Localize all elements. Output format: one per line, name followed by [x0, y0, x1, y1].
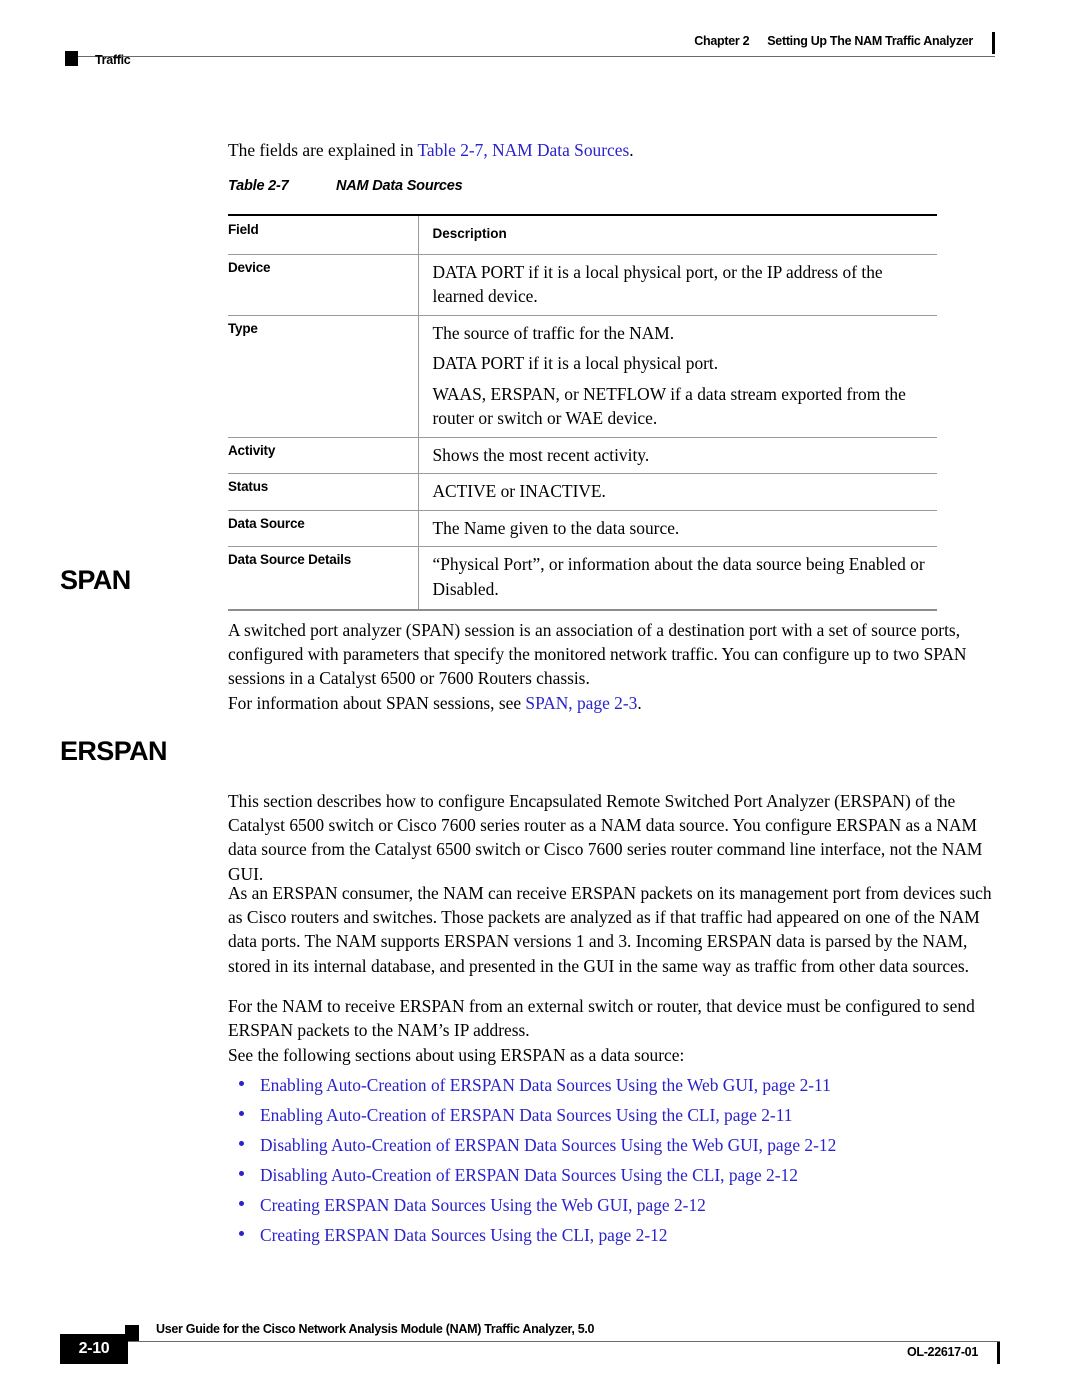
footer-guide-title: User Guide for the Cisco Network Analysi…	[156, 1322, 595, 1336]
erspan-link[interactable]: Creating ERSPAN Data Sources Using the C…	[260, 1225, 668, 1245]
span-ref-suffix: .	[637, 693, 642, 713]
table-cell-field: Data Source Details	[228, 546, 418, 611]
table-cross-reference-link[interactable]: Table 2-7, NAM Data Sources	[417, 140, 629, 160]
table-header-field: Field	[228, 214, 418, 254]
header-square-marker-icon	[65, 51, 78, 66]
list-item[interactable]: Enabling Auto-Creation of ERSPAN Data So…	[228, 1070, 994, 1100]
span-reference-block: For information about SPAN sessions, see…	[228, 691, 994, 715]
table-header-row: Field Description	[228, 214, 937, 254]
table-caption-title: NAM Data Sources	[336, 178, 463, 194]
footer-change-bar-icon	[997, 1342, 1000, 1364]
table-cell-field: Activity	[228, 436, 418, 474]
span-body-block: A switched port analyzer (SPAN) session …	[228, 618, 994, 691]
table-cell-description: The source of traffic for the NAM. DATA …	[417, 314, 937, 437]
erspan-link[interactable]: Disabling Auto-Creation of ERSPAN Data S…	[260, 1165, 798, 1185]
list-item[interactable]: Disabling Auto-Creation of ERSPAN Data S…	[228, 1160, 994, 1190]
list-item[interactable]: Creating ERSPAN Data Sources Using the C…	[228, 1220, 994, 1250]
erspan-paragraph-2: As an ERSPAN consumer, the NAM can recei…	[228, 883, 992, 976]
section-heading-span: SPAN	[60, 565, 131, 595]
bullet-icon	[239, 1141, 244, 1146]
table-header-description: Description	[417, 214, 937, 254]
bullet-icon	[239, 1111, 244, 1116]
table-cell-paragraph: The source of traffic for the NAM.	[432, 322, 675, 343]
table-cell-paragraph: “Physical Port”, or information about th…	[432, 554, 925, 599]
bullet-icon	[239, 1171, 244, 1176]
table-cell-paragraph: DATA PORT if it is a local physical port…	[432, 261, 883, 307]
section-heading-erspan: ERSPAN	[60, 736, 168, 766]
table-caption: Table 2-7 NAM Data Sources	[228, 178, 463, 194]
erspan-paragraph-1: This section describes how to configure …	[228, 791, 983, 884]
intro-paragraph: The fields are explained in Table 2-7, N…	[228, 138, 994, 162]
footer-rule	[88, 1341, 1000, 1342]
table-row: Device DATA PORT if it is a local physic…	[228, 253, 937, 315]
bullet-icon	[239, 1231, 244, 1236]
page-footer: 2-10 User Guide for the Cisco Network An…	[60, 1314, 1000, 1374]
intro-paragraph-block: The fields are explained in Table 2-7, N…	[228, 138, 994, 162]
span-paragraph-2: For information about SPAN sessions, see…	[228, 691, 994, 715]
erspan-paragraph-4-block: See the following sections about using E…	[228, 1043, 994, 1067]
erspan-link[interactable]: Disabling Auto-Creation of ERSPAN Data S…	[260, 1135, 836, 1155]
erspan-link[interactable]: Enabling Auto-Creation of ERSPAN Data So…	[260, 1105, 792, 1125]
nam-data-sources-table: Field Description Device DATA PORT if it…	[228, 214, 937, 611]
span-page-link[interactable]: SPAN, page 2-3	[525, 693, 637, 713]
table-cell-field: Data Source	[228, 509, 418, 547]
table-cell-description: Shows the most recent activity.	[417, 436, 937, 474]
bullet-icon	[239, 1081, 244, 1086]
table-cell-description: ACTIVE or INACTIVE.	[417, 473, 937, 510]
footer-page-number: 2-10	[78, 1340, 110, 1357]
header-chapter-title: Setting Up The NAM Traffic Analyzer	[767, 34, 973, 48]
erspan-link[interactable]: Creating ERSPAN Data Sources Using the W…	[260, 1195, 706, 1215]
footer-square-marker-icon	[125, 1325, 139, 1341]
table-cell-field: Device	[228, 253, 418, 315]
header-chapter-info: Chapter 2 Setting Up The NAM Traffic Anal…	[694, 34, 973, 48]
erspan-paragraph-3-block: For the NAM to receive ERSPAN from an ex…	[228, 994, 994, 1042]
table-row: Data Source The Name given to the data s…	[228, 509, 937, 547]
table-cell-paragraph: DATA PORT if it is a local physical port…	[432, 353, 719, 373]
intro-suffix: .	[629, 140, 634, 160]
table-cell-field: Type	[228, 314, 418, 437]
erspan-paragraph-2-block: As an ERSPAN consumer, the NAM can recei…	[228, 881, 994, 978]
table-cell-paragraph: ACTIVE or INACTIVE.	[432, 481, 606, 501]
erspan-paragraph-4: See the following sections about using E…	[228, 1045, 685, 1065]
table-cell-paragraph: Shows the most recent activity.	[432, 444, 650, 465]
erspan-paragraph-1-block: This section describes how to configure …	[228, 789, 994, 886]
bullet-icon	[239, 1201, 244, 1206]
table-cell-description: “Physical Port”, or information about th…	[417, 546, 937, 611]
list-item[interactable]: Disabling Auto-Creation of ERSPAN Data S…	[228, 1130, 994, 1160]
erspan-links-block: Enabling Auto-Creation of ERSPAN Data So…	[228, 1070, 994, 1250]
erspan-paragraph-3: For the NAM to receive ERSPAN from an ex…	[228, 996, 975, 1041]
span-ref-prefix: For information about SPAN sessions, see	[228, 693, 526, 713]
table-caption-number: Table 2-7	[228, 178, 289, 194]
footer-document-id: OL-22617-01	[906, 1345, 978, 1359]
intro-prefix: The fields are explained in	[228, 140, 418, 160]
table-cell-field: Status	[228, 473, 418, 510]
header-change-bar-icon	[992, 32, 995, 54]
table-cell-description: The Name given to the data source.	[417, 509, 937, 547]
table-cell-paragraph: WAAS, ERSPAN, or NETFLOW if a data strea…	[432, 383, 906, 429]
header-rule	[65, 56, 995, 57]
table-cell-paragraph: The Name given to the data source.	[432, 517, 680, 538]
table-row: Type The source of traffic for the NAM. …	[228, 314, 937, 437]
span-paragraph-1: A switched port analyzer (SPAN) session …	[228, 620, 967, 689]
table-cell-description: DATA PORT if it is a local physical port…	[417, 253, 937, 315]
table-row: Data Source Details “Physical Port”, or …	[228, 546, 937, 611]
list-item[interactable]: Enabling Auto-Creation of ERSPAN Data So…	[228, 1100, 994, 1130]
table-row: Status ACTIVE or INACTIVE.	[228, 473, 937, 510]
erspan-section-link-list: Enabling Auto-Creation of ERSPAN Data So…	[228, 1070, 994, 1250]
erspan-link[interactable]: Enabling Auto-Creation of ERSPAN Data So…	[260, 1075, 831, 1095]
list-item[interactable]: Creating ERSPAN Data Sources Using the W…	[228, 1190, 994, 1220]
page-header: Traffic Chapter 2 Setting Up The NAM Traf…	[65, 28, 995, 74]
table-row: Activity Shows the most recent activity.	[228, 436, 937, 474]
header-chapter-number: Chapter 2	[694, 34, 750, 48]
header-section-label: Traffic	[95, 53, 131, 67]
